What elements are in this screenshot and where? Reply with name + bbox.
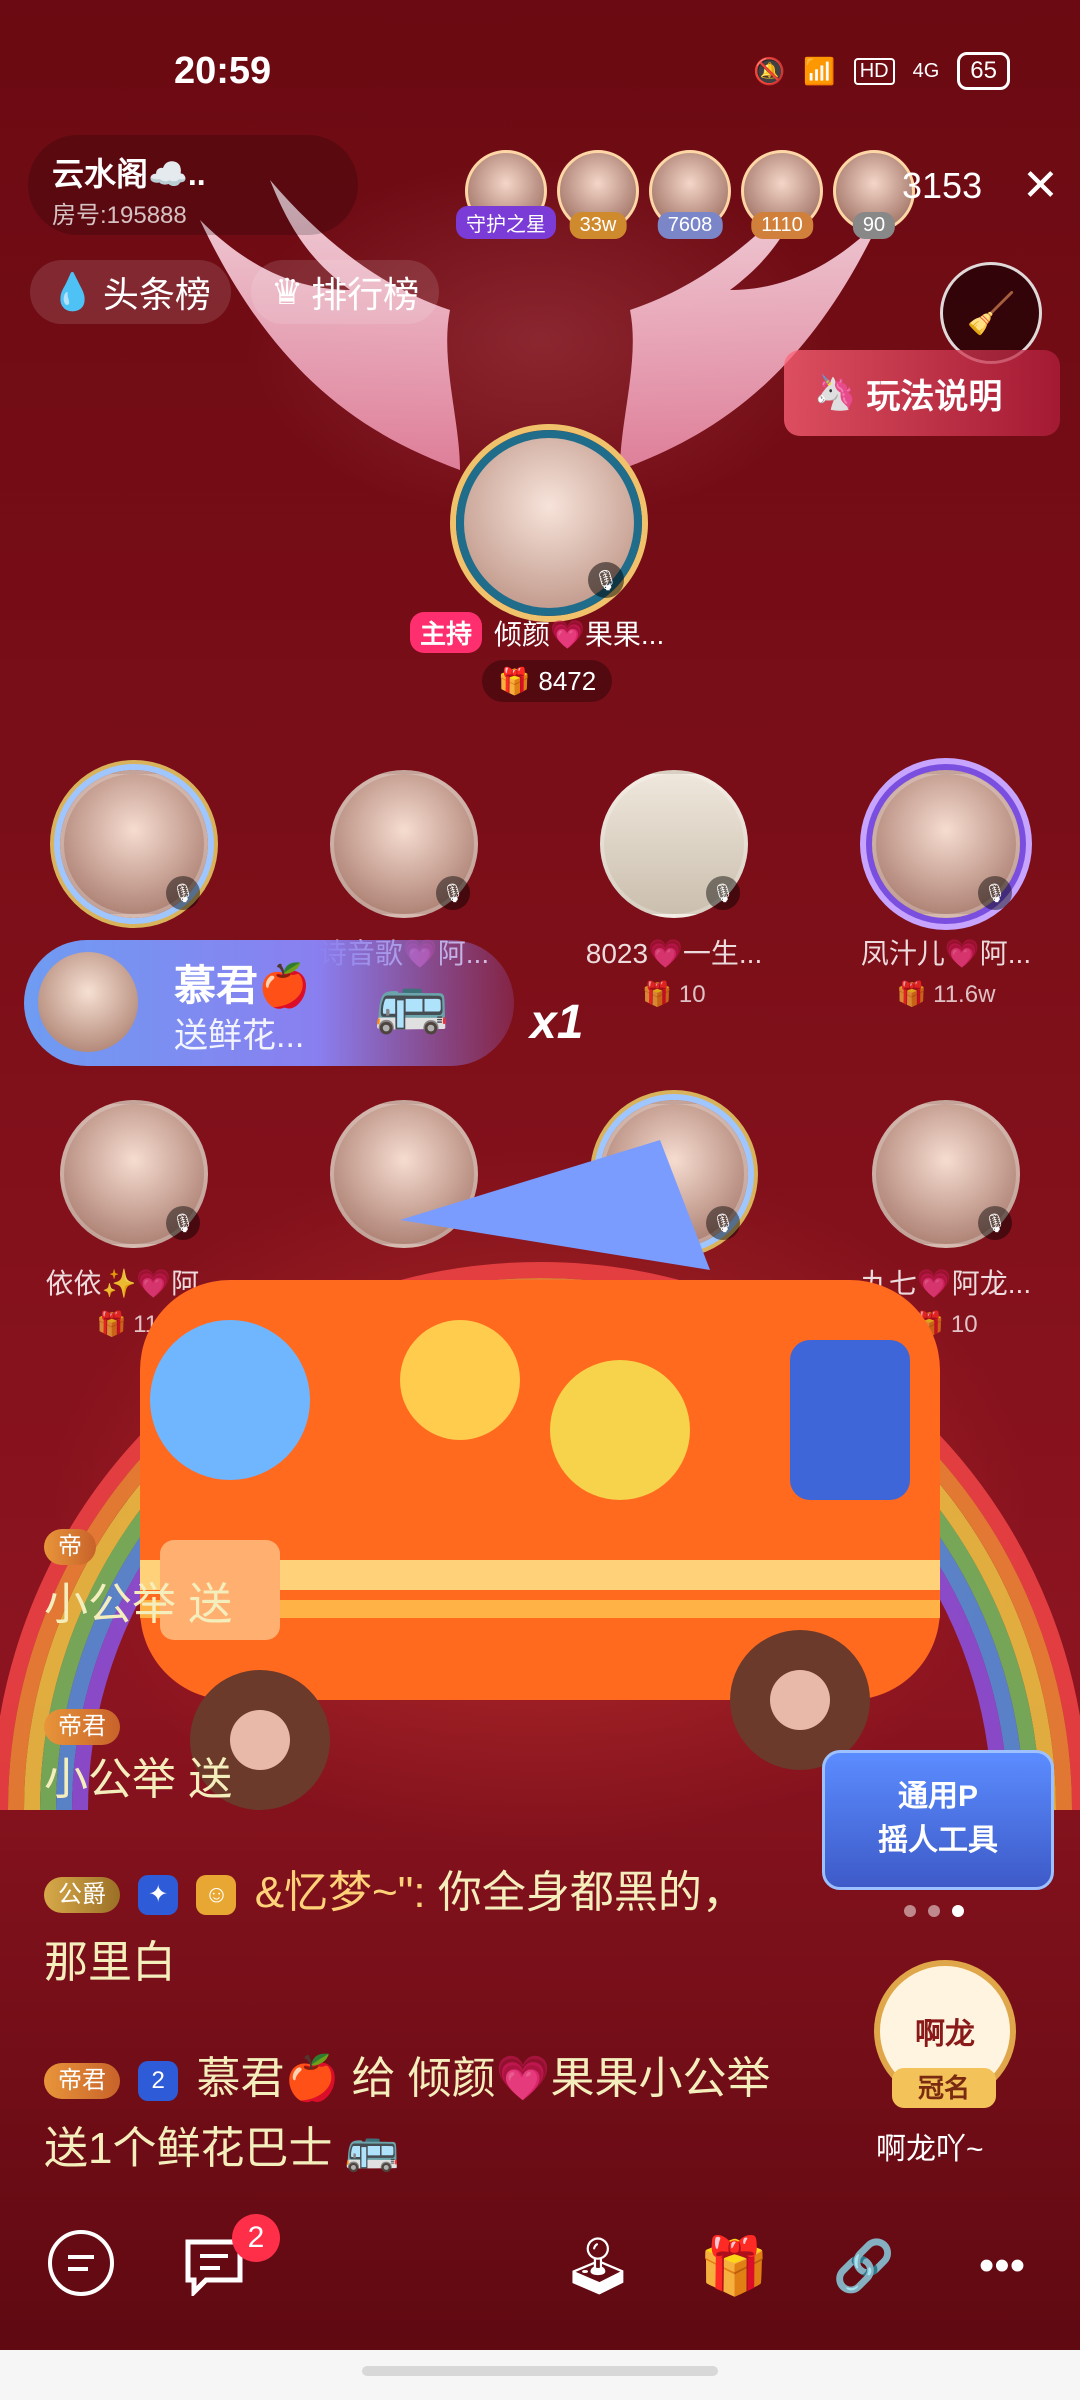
viewer-tag: 7608 — [657, 212, 723, 239]
chat-input-icon[interactable] — [48, 2230, 114, 2296]
page-dot — [928, 1905, 940, 1917]
gift-banner: 慕君🍎 送鲜花... 🚌 — [24, 940, 514, 1066]
crown-icon: ♛ — [270, 271, 304, 312]
ranking-tabs: 💧 头条榜 ♛ 排行榜 — [30, 260, 440, 324]
gift-action: 送鲜花... — [174, 1017, 305, 1055]
bottom-toolbar: 🕹 🎁 🔗 ••• — [0, 2200, 1080, 2340]
howto-button[interactable]: 🦄 玩法说明 — [784, 350, 1060, 436]
seat-avatar: 🎙 — [60, 770, 208, 918]
host-score: 🎁 8472 — [482, 660, 613, 702]
chat-message: 公爵 ✦ ☺ &忆梦~": 你全身都黑的，那里白 — [44, 1858, 784, 1998]
viewer-tag: 90 — [852, 212, 896, 239]
headlines-label: 头条榜 — [102, 274, 211, 315]
mic-off-icon: 🎙 — [166, 876, 200, 910]
ranking-label: 排行榜 — [311, 274, 420, 315]
close-icon[interactable]: ✕ — [1022, 160, 1059, 211]
viewer-count[interactable]: 3153 — [902, 165, 982, 207]
bus-gift-icon: 🚌 — [374, 968, 449, 1035]
hd-badge: HD — [853, 57, 895, 85]
sponsor-name: 啊龙吖~ — [876, 2133, 984, 2166]
link-icon[interactable]: 🔗 — [828, 2230, 900, 2302]
mic-off-icon: 🎙 — [978, 876, 1012, 910]
seat-score: 🎁 10 — [642, 981, 706, 1008]
mic-off-icon: 🎙 — [436, 876, 470, 910]
wifi-icon: 📶 — [803, 55, 836, 86]
chat-text: 小公举 送 — [44, 1580, 233, 1629]
host-avatar[interactable]: 🎙 — [456, 430, 642, 616]
host-name: 倾颜💗果果... — [494, 618, 665, 650]
tool-banner[interactable]: 通用P 摇人工具 — [822, 1750, 1054, 1890]
viewer-tag: 守护之星 — [456, 206, 556, 239]
mic-off-icon: 🎙 — [706, 876, 740, 910]
network-label: 4G — [912, 59, 940, 82]
host-badge: 主持 — [410, 612, 483, 653]
viewer-tag: 1110 — [751, 212, 813, 239]
rank-badge: 2 — [138, 2061, 179, 2102]
status-bar: 20:59 🔕 📶 HD 4G 65 — [0, 40, 1080, 100]
chat-user[interactable]: &忆梦~": — [255, 1868, 426, 1917]
chat-message: 帝君 2 慕君🍎 给 倾颜💗果果小公举 送1个鲜花巴士 🚌 — [44, 2044, 784, 2184]
droplet-icon: 💧 — [50, 271, 95, 312]
howto-label: 玩法说明 — [866, 377, 1003, 416]
status-icons: 🔕 📶 HD 4G 65 — [753, 52, 1010, 90]
joystick-icon[interactable]: 🕹 — [562, 2230, 634, 2302]
user-badge-icon: ☺ — [196, 1875, 237, 1916]
banner-pagination — [904, 1905, 964, 1917]
battery-indicator: 65 — [957, 52, 1010, 90]
seat-avatar: 🎙 — [600, 770, 748, 918]
home-indicator[interactable] — [362, 2366, 718, 2376]
room-info[interactable]: 云水阁☁️.. 房号:195888 — [28, 135, 358, 235]
bus-gift-icon: 🚌 — [344, 2124, 400, 2173]
level-badge: 公爵 — [44, 1877, 120, 1914]
mic-off-icon: 🎙 — [978, 1206, 1012, 1240]
level-badge: 帝君 — [44, 1709, 120, 1746]
gift-multiplier: x1 — [530, 996, 584, 1049]
seat-name: 8023💗一生... — [585, 938, 763, 969]
tool-banner-text: 通用P 摇人工具 — [878, 1780, 998, 1857]
seat-1[interactable]: 🎙 — [34, 770, 234, 932]
rocking-horse-icon: 🦄 — [814, 374, 857, 412]
seat-3[interactable]: 🎙 8023💗一生... 🎁 10 — [574, 770, 774, 1009]
room-id: 房号:195888 — [52, 202, 187, 229]
compass-badge-icon: ✦ — [138, 1875, 179, 1916]
top-viewers: 守护之星 33w 7608 1110 90 — [456, 150, 915, 239]
viewer-avatar[interactable]: 守护之星 — [456, 150, 556, 239]
gift-icon[interactable]: 🎁 — [698, 2230, 770, 2302]
more-icon[interactable]: ••• — [966, 2230, 1038, 2302]
gift-sender: 慕君🍎 — [174, 962, 311, 1009]
broom-icon[interactable]: 🧹 — [940, 262, 1042, 364]
viewer-tag: 33w — [569, 212, 627, 239]
chat-message: 小公举 送 — [44, 1570, 784, 1640]
page-dot — [904, 1905, 916, 1917]
seat-4[interactable]: 🎙 凤汁儿💗阿... 🎁 11.6w — [846, 770, 1046, 1009]
viewer-avatar[interactable]: 7608 — [649, 150, 731, 239]
sponsor-label: 冠名 — [892, 2068, 996, 2108]
seat-name: 凤汁儿💗阿... — [860, 938, 1032, 969]
ranking-tab[interactable]: ♛ 排行榜 — [250, 260, 440, 324]
seat-avatar: 🎙 — [330, 770, 478, 918]
sender-avatar — [38, 952, 138, 1052]
page-dot-active — [952, 1905, 964, 1917]
sponsor-badge[interactable]: 啊龙 冠名 — [874, 1960, 1016, 2110]
viewer-avatar[interactable]: 33w — [557, 150, 639, 239]
host-name-row: 主持 倾颜💗果果... — [410, 612, 664, 653]
seat-avatar: 🎙 — [872, 770, 1020, 918]
headlines-tab[interactable]: 💧 头条榜 — [30, 260, 231, 324]
chat-message: 小公举 送 — [44, 1745, 784, 1815]
seat-score: 🎁 11.6w — [896, 981, 996, 1008]
seat-score-value: 11.6w — [933, 981, 996, 1008]
room-name: 云水阁☁️.. — [52, 156, 206, 192]
chat-text: 小公举 送 — [44, 1755, 233, 1804]
level-badge: 帝君 — [44, 2063, 120, 2100]
seat-score-value: 10 — [678, 981, 706, 1008]
gift-box-icon: 🎁 — [498, 665, 531, 696]
level-badge: 帝 — [44, 1529, 96, 1566]
viewer-avatar[interactable]: 1110 — [741, 150, 823, 239]
mic-icon: 🎙 — [588, 562, 624, 598]
mute-icon: 🔕 — [752, 55, 786, 86]
message-badge: 2 — [232, 2214, 280, 2262]
host-score-value: 8472 — [538, 665, 597, 696]
status-time: 20:59 — [174, 50, 272, 92]
